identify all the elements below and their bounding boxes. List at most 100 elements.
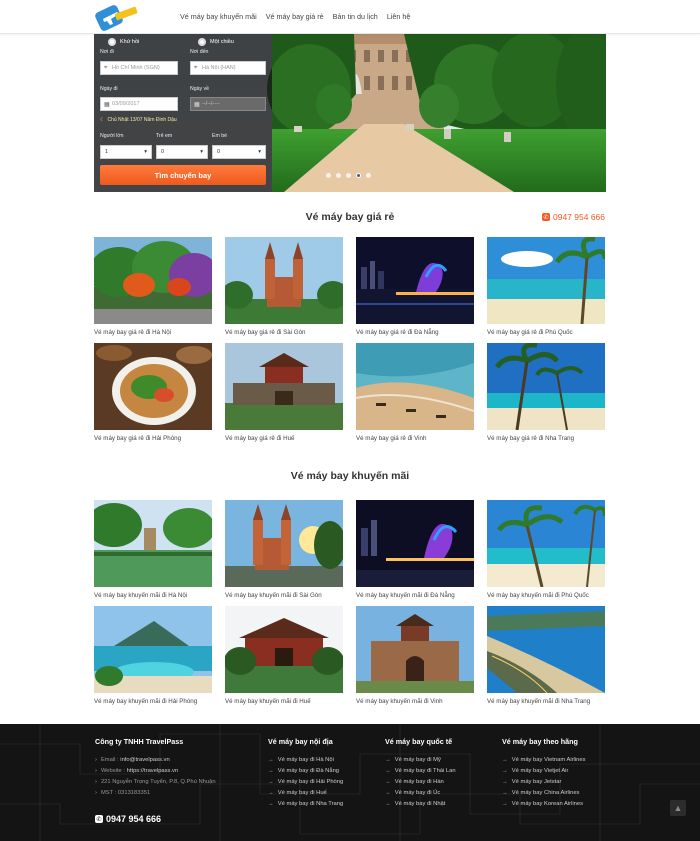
airline-title: Vé máy bay theo hãng xyxy=(502,737,578,746)
destination-card[interactable]: Vé máy bay giá rẻ đi Nha Trang xyxy=(487,343,605,442)
from-input[interactable]: ⌖ Hồ Chí Minh (SGN) xyxy=(100,61,178,75)
link-text: Vé máy bay China Airlines xyxy=(511,790,580,796)
nav-promo-tickets[interactable]: Vé máy bay khuyến mãi xyxy=(180,12,257,21)
lunar-date-note: ☾ Chủ Nhật 13/07 Năm Đinh Dậu xyxy=(100,117,177,123)
chevron-down-icon: ▾ xyxy=(200,149,203,155)
destination-caption[interactable]: Vé máy bay khuyến mãi đi Hà Nội xyxy=(94,592,212,599)
destination-card[interactable]: Vé máy bay giá rẻ đi Đà Nẵng xyxy=(356,237,474,336)
footer-website[interactable]: › Website : https://travelpass.vn xyxy=(95,766,216,777)
slider-dot[interactable] xyxy=(366,173,371,178)
destination-caption[interactable]: Vé máy bay giá rẻ đi Hải Phòng xyxy=(94,435,212,442)
destination-caption[interactable]: Vé máy bay khuyến mãi đi Sài Gòn xyxy=(225,592,343,599)
destination-card[interactable]: Vé máy bay khuyến mãi đi Huế xyxy=(225,606,343,705)
footer-link[interactable]: → Vé máy bay Vietnam Airlines xyxy=(502,755,585,766)
footer-link[interactable]: → Vé máy bay Korean Airlines xyxy=(502,799,585,810)
footer-link[interactable]: → Vé máy bay đi Thái Lan xyxy=(385,766,456,777)
footer-phone[interactable]: ✆ 0947 954 666 xyxy=(95,814,161,824)
destination-card[interactable]: Vé máy bay giá rẻ đi Huế xyxy=(225,343,343,442)
infants-select[interactable]: 0 ▾ xyxy=(212,145,266,159)
destination-card[interactable]: Vé máy bay khuyến mãi đi Hà Nội xyxy=(94,500,212,599)
destination-card[interactable]: Vé máy bay giá rẻ đi Hải Phòng xyxy=(94,343,212,442)
haiphong-noodle-dish-image xyxy=(94,343,212,430)
slider-dot-active[interactable] xyxy=(356,173,361,178)
footer-email[interactable]: › Email : info@travelpass.vn xyxy=(95,755,216,766)
destination-card[interactable]: Vé máy bay khuyến mãi đi Sài Gòn xyxy=(225,500,343,599)
destination-caption[interactable]: Vé máy bay giá rẻ đi Phú Quốc xyxy=(487,329,605,336)
destination-card[interactable]: Vé máy bay khuyến mãi đi Đà Nẵng xyxy=(356,500,474,599)
footer-link[interactable]: → Vé máy bay đi Nha Trang xyxy=(268,799,343,810)
footer-link[interactable]: → Vé máy bay đi Hải Phòng xyxy=(268,777,343,788)
destination-caption[interactable]: Vé máy bay giá rẻ đi Nha Trang xyxy=(487,435,605,442)
hue-citadel-image xyxy=(225,343,343,430)
destination-caption[interactable]: Vé máy bay giá rẻ đi Sài Gòn xyxy=(225,329,343,336)
destination-card[interactable]: Vé máy bay khuyến mãi đi Vinh xyxy=(356,606,474,705)
site-header: Vé máy bay khuyến mãi Vé máy bay giá rẻ … xyxy=(0,0,700,34)
destination-card[interactable]: Vé máy bay giá rẻ đi Sài Gòn xyxy=(225,237,343,336)
nav-contact[interactable]: Liên hệ xyxy=(387,12,411,21)
slider-dot[interactable] xyxy=(326,173,331,178)
footer-link[interactable]: → Vé máy bay đi Huế xyxy=(268,788,343,799)
arrow-right-icon: → xyxy=(268,790,274,796)
footer-link[interactable]: → Vé máy bay China Airlines xyxy=(502,788,585,799)
link-text: Vé máy bay đi Huế xyxy=(277,790,327,796)
adults-select[interactable]: 1 ▾ xyxy=(100,145,152,159)
destination-caption[interactable]: Vé máy bay khuyến mãi đi Vinh xyxy=(356,698,474,705)
link-text: Vé máy bay đi Nhật xyxy=(394,801,446,807)
radio-one-way[interactable]: Một chiều xyxy=(198,38,234,46)
footer-link[interactable]: → Vé máy bay đi Hà Nội xyxy=(268,755,343,766)
destination-card[interactable]: Vé máy bay khuyến mãi đi Hải Phòng xyxy=(94,606,212,705)
arrow-right-icon: → xyxy=(502,779,508,785)
destination-card[interactable]: Vé máy bay khuyến mãi đi Phú Quốc xyxy=(487,500,605,599)
vinh-beach-boats-image xyxy=(356,343,474,430)
promo-tickets-title: Vé máy bay khuyến mãi xyxy=(290,470,410,482)
arrow-right-icon: → xyxy=(385,779,391,785)
footer-link[interactable]: → Vé máy bay đi Hàn xyxy=(385,777,456,788)
destination-caption[interactable]: Vé máy bay khuyến mãi đi Hải Phòng xyxy=(94,698,212,705)
footer-link[interactable]: → Vé máy bay Vietjet Air xyxy=(502,766,585,777)
destination-caption[interactable]: Vé máy bay khuyến mãi đi Huế xyxy=(225,698,343,705)
nav-cheap-tickets[interactable]: Vé máy bay giá rẻ xyxy=(266,12,324,21)
hotline[interactable]: ✆ 0947 954 666 xyxy=(542,212,605,222)
destination-card[interactable]: Vé máy bay giá rẻ đi Vinh xyxy=(356,343,474,442)
search-flights-button[interactable]: Tìm chuyến bay xyxy=(100,165,266,185)
destination-caption[interactable]: Vé máy bay khuyến mãi đi Đà Nẵng xyxy=(356,592,474,599)
destination-caption[interactable]: Vé máy bay giá rẻ đi Vinh xyxy=(356,435,474,442)
radio-round-trip[interactable]: Khứ hồi xyxy=(108,38,139,46)
footer-link[interactable]: → Vé máy bay đi Mỹ xyxy=(385,755,456,766)
slider-dot[interactable] xyxy=(346,173,351,178)
return-label: Ngày về xyxy=(190,86,210,92)
destination-card[interactable]: Vé máy bay giá rẻ đi Phú Quốc xyxy=(487,237,605,336)
return-date-input[interactable]: ▦ --/--/---- xyxy=(190,97,266,111)
link-text: Vé máy bay Vietnam Airlines xyxy=(511,757,586,763)
calendar-icon: ▦ xyxy=(104,102,110,108)
footer-link[interactable]: → Vé máy bay đi Nhật xyxy=(385,799,456,810)
children-value: 0 xyxy=(161,149,165,155)
hotline-number: 0947 954 666 xyxy=(553,212,605,222)
destination-caption[interactable]: Vé máy bay giá rẻ đi Đà Nẵng xyxy=(356,329,474,336)
travelpass-logo[interactable] xyxy=(95,2,139,32)
footer-link[interactable]: → Vé máy bay Jetstar xyxy=(502,777,585,788)
footer-link[interactable]: → Vé máy bay đi Úc xyxy=(385,788,456,799)
phuquoc-palm-beach-image xyxy=(487,500,605,587)
destination-caption[interactable]: Vé máy bay giá rẻ đi Hà Nội xyxy=(94,329,212,336)
depart-date-input[interactable]: ▦ 03/09/2017 xyxy=(100,97,178,111)
phone-icon: ✆ xyxy=(95,815,103,823)
arrow-right-icon: → xyxy=(268,779,274,785)
footer-airlines: Vé máy bay theo hãng → Vé máy bay Vietnam… xyxy=(502,737,585,810)
destination-card[interactable]: Vé máy bay khuyến mãi đi Nha Trang xyxy=(487,606,605,705)
children-select[interactable]: 0 ▾ xyxy=(156,145,208,159)
infants-value: 0 xyxy=(217,149,221,155)
destination-caption[interactable]: Vé máy bay khuyến mãi đi Phú Quốc xyxy=(487,592,605,599)
children-label: Trẻ em xyxy=(156,133,173,139)
hero-slider: Khứ hồi Một chiều Nơi đi ⌖ Hồ Chí Minh (… xyxy=(94,34,606,192)
destination-caption[interactable]: Vé máy bay giá rẻ đi Huế xyxy=(225,435,343,442)
destination-card[interactable]: Vé máy bay giá rẻ đi Hà Nội xyxy=(94,237,212,336)
destination-caption[interactable]: Vé máy bay khuyến mãi đi Nha Trang xyxy=(487,698,605,705)
back-to-top-button[interactable]: ▲ xyxy=(670,800,686,816)
footer-link[interactable]: → Vé máy bay đi Đà Nẵng xyxy=(268,766,343,777)
calendar-icon: ▦ xyxy=(194,102,200,108)
link-text: Vé máy bay đi Hà Nội xyxy=(277,757,334,763)
to-input[interactable]: ⌖ Hà Nội (HAN) xyxy=(190,61,266,75)
nav-travel-news[interactable]: Bản tin du lịch xyxy=(333,12,378,21)
slider-dot[interactable] xyxy=(336,173,341,178)
